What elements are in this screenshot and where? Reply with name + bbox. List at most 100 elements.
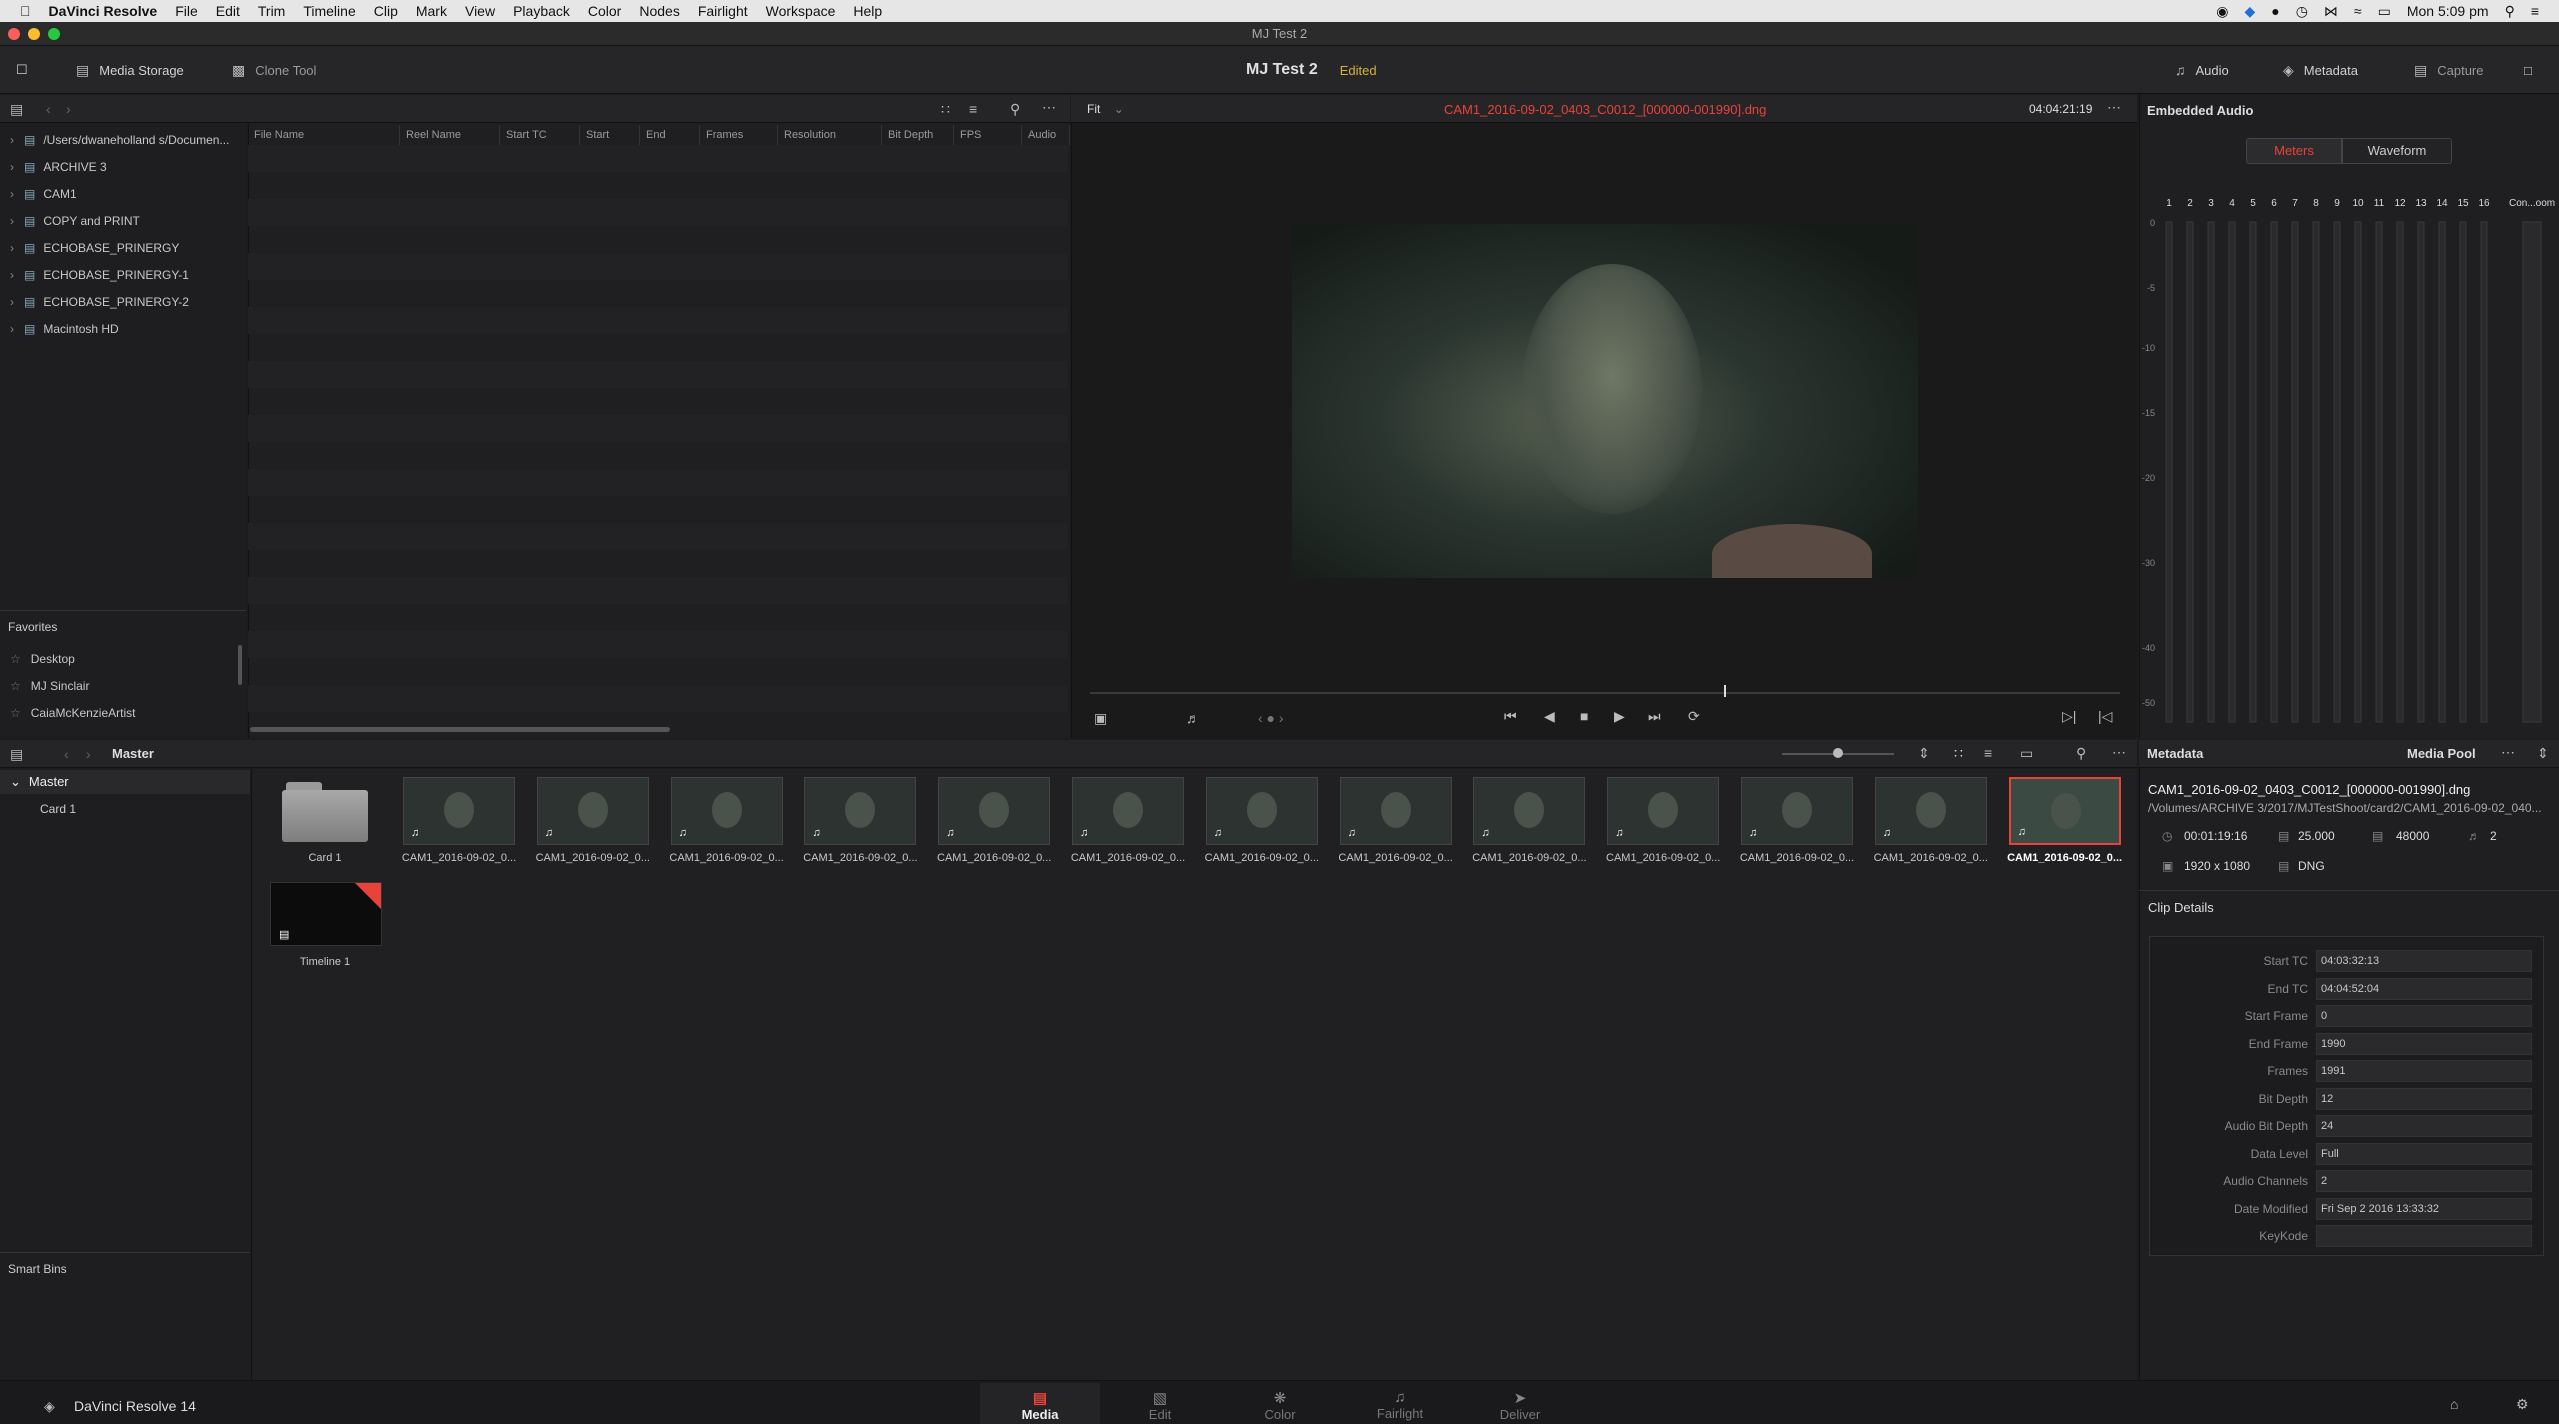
media-storage-button[interactable]: ▤ Media Storage <box>76 46 184 94</box>
clip-thumbnail[interactable]: ♫ <box>1741 777 1853 845</box>
status-icon[interactable]: ◉ <box>2216 3 2228 20</box>
page-tab-edit[interactable]: ▧ Edit <box>1100 1383 1220 1424</box>
column-header[interactable]: Bit Depth <box>882 125 954 145</box>
timeline-thumbnail[interactable]: ▤ <box>270 882 382 946</box>
clip-thumbnail[interactable]: ♫ <box>1607 777 1720 845</box>
spotlight-icon[interactable]: ⚲ <box>2505 3 2515 20</box>
search-icon[interactable]: ⚲ <box>2076 745 2086 762</box>
storage-item[interactable]: › ▤ ECHOBASE_PRINERGY-1 <box>0 261 189 288</box>
bluetooth-icon[interactable]: ⋈ <box>2324 3 2338 20</box>
settings-gear-icon[interactable]: ⚙ <box>2516 1396 2529 1413</box>
jog-control-icon[interactable]: ‹ ● › <box>1258 710 1284 726</box>
back-icon[interactable]: ‹ <box>64 746 69 762</box>
menu-timeline[interactable]: Timeline <box>294 3 364 19</box>
favorite-item[interactable]: ☆ Desktop <box>0 645 75 672</box>
audio-panel-button[interactable]: ♫ Audio <box>2175 46 2229 94</box>
column-header[interactable]: Start TC <box>500 125 580 145</box>
bin-card[interactable]: Card 1 <box>40 802 76 816</box>
status-icon[interactable]: ● <box>2271 3 2279 19</box>
field-value[interactable]: 04:03:32:13 <box>2316 950 2532 972</box>
menu-fairlight[interactable]: Fairlight <box>689 3 757 19</box>
dropbox-icon[interactable]: ◆ <box>2244 3 2255 20</box>
options-icon[interactable]: ⋯ <box>2112 744 2126 761</box>
options-icon[interactable]: ⋯ <box>2501 744 2515 761</box>
play-reverse-icon[interactable]: ◀ <box>1544 708 1555 725</box>
mark-out-icon[interactable]: |◁ <box>2098 708 2112 725</box>
thumbnail-view-icon[interactable]: ∷ <box>1954 745 1963 762</box>
page-tab-color[interactable]: ❋ Color <box>1220 1383 1340 1424</box>
storage-item[interactable]: › ▤/Users/dwaneholland s/Documen... <box>0 126 229 153</box>
clip-thumbnail[interactable]: ♫ <box>1339 777 1452 845</box>
field-value[interactable]: 1991 <box>2316 1060 2532 1082</box>
menu-view[interactable]: View <box>456 3 504 19</box>
minimize-window-button[interactable] <box>28 28 40 40</box>
storage-item[interactable]: › ▤ ECHOBASE_PRINERGY <box>0 234 179 261</box>
storage-item[interactable]: › ▤ COPY and PRINT <box>0 207 140 234</box>
stop-icon[interactable]: ■ <box>1580 708 1588 724</box>
menu-help[interactable]: Help <box>844 3 891 19</box>
clip-thumbnail[interactable]: ♫ <box>1874 777 1987 845</box>
storage-item[interactable]: › ▤ Macintosh HD <box>0 315 119 342</box>
sort-icon[interactable]: ⇕ <box>1918 745 1930 762</box>
clip-thumbnail[interactable]: ♫ <box>1473 777 1586 845</box>
mark-in-icon[interactable]: ▷| <box>2062 708 2076 725</box>
menu-nodes[interactable]: Nodes <box>630 3 688 19</box>
clip-thumbnail[interactable]: ♫ <box>1072 777 1184 845</box>
clip-thumbnail[interactable]: ♫ <box>670 777 783 845</box>
field-value[interactable]: 12 <box>2316 1087 2532 1110</box>
column-header[interactable]: End <box>640 125 700 145</box>
menu-edit[interactable]: Edit <box>207 3 249 19</box>
clip-thumbnail[interactable]: ♫ <box>804 777 917 845</box>
time-machine-icon[interactable]: ◷ <box>2296 3 2308 20</box>
menu-playback[interactable]: Playback <box>504 3 579 19</box>
favorite-item[interactable]: ☆ MJ Sinclair <box>0 672 89 699</box>
clip-thumbnail[interactable]: ♫ <box>536 777 649 845</box>
meters-tab[interactable]: Meters <box>2246 138 2342 164</box>
options-icon[interactable]: ⋯ <box>2107 99 2121 116</box>
panel-toggle-icon[interactable]: ☐ <box>16 46 28 94</box>
favorites-scrollbar[interactable] <box>238 645 242 685</box>
horizontal-scrollbar[interactable] <box>250 727 670 732</box>
slider-handle[interactable] <box>1833 748 1843 758</box>
field-value[interactable]: 04:04:52:04 <box>2316 977 2532 1000</box>
loop-icon[interactable]: ⟳ <box>1688 708 1700 725</box>
display-icon[interactable]: ▭ <box>2378 3 2391 20</box>
column-header[interactable]: Reel Name <box>400 125 500 145</box>
clip-thumbnail[interactable]: ♫ <box>403 777 515 845</box>
speaker-icon[interactable]: ♬ <box>1186 710 1200 726</box>
column-header[interactable]: Audio Ch <box>1022 125 1070 145</box>
field-value[interactable]: 2 <box>2316 1170 2532 1192</box>
field-value[interactable]: 1990 <box>2316 1032 2532 1055</box>
menu-mark[interactable]: Mark <box>407 3 456 19</box>
sidebar-toggle-icon[interactable]: ▤ <box>10 746 23 763</box>
menu-app-name[interactable]: DaVinci Resolve <box>40 3 167 19</box>
column-header[interactable]: Frames <box>700 125 778 145</box>
sort-icon[interactable]: ⇕ <box>2537 745 2549 762</box>
storage-item[interactable]: › ▤ ARCHIVE 3 <box>0 153 107 180</box>
menu-trim[interactable]: Trim <box>249 3 294 19</box>
folder-icon[interactable] <box>282 782 368 842</box>
menu-color[interactable]: Color <box>579 3 630 19</box>
capture-panel-button[interactable]: ▤ Capture <box>2414 46 2483 94</box>
go-to-end-icon[interactable]: ⏭ <box>1648 708 1661 725</box>
favorite-item[interactable]: ☆ CaiaMcKenzieArtist <box>0 699 135 726</box>
play-icon[interactable]: ▶ <box>1614 708 1625 725</box>
home-icon[interactable]: ⌂ <box>2450 1396 2458 1412</box>
column-header[interactable]: Resolution <box>778 125 882 145</box>
viewer-scrubber[interactable] <box>1090 692 2120 694</box>
field-value[interactable]: Full <box>2316 1142 2532 1165</box>
menu-clip[interactable]: Clip <box>365 3 407 19</box>
go-to-start-icon[interactable]: ⏮ <box>1504 708 1517 725</box>
clone-tool-button[interactable]: ▩ Clone Tool <box>232 46 316 94</box>
zoom-window-button[interactable] <box>48 28 60 40</box>
wifi-icon[interactable]: ≈ <box>2354 3 2362 19</box>
clip-thumbnail[interactable]: ♫ <box>938 777 1051 845</box>
forward-icon[interactable]: › <box>86 746 91 762</box>
list-view-icon[interactable]: ≡ <box>1984 745 1992 761</box>
page-tab-fairlight[interactable]: ♫ Fairlight <box>1340 1383 1460 1424</box>
column-header[interactable]: File Name <box>248 125 400 145</box>
fullscreen-icon[interactable]: □ <box>2524 46 2532 94</box>
back-icon[interactable]: ‹ <box>46 101 51 117</box>
options-icon[interactable]: ⋯ <box>1042 99 1056 116</box>
apple-icon[interactable]:  <box>0 3 40 19</box>
